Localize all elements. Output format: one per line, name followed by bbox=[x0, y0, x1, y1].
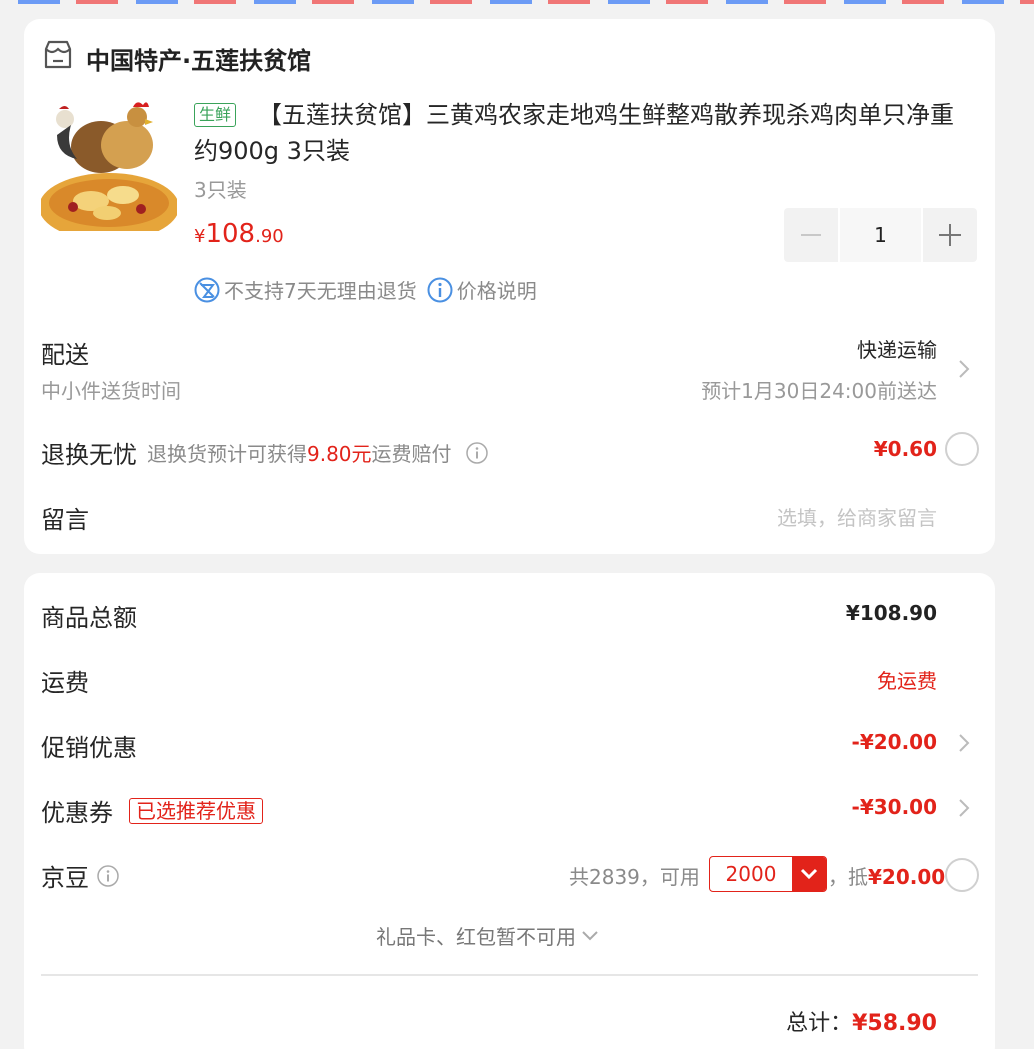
quantity-stepper: 1 bbox=[784, 208, 977, 262]
beans-label: 京豆 bbox=[41, 864, 89, 892]
price-decimal: .90 bbox=[255, 226, 284, 247]
info-icon bbox=[427, 277, 453, 302]
quantity-input[interactable]: 1 bbox=[840, 208, 921, 262]
no-return-icon bbox=[194, 277, 220, 302]
divider bbox=[41, 974, 978, 976]
envelope-stripe bbox=[0, 0, 1034, 4]
return-insurance-amount: 9.80元 bbox=[307, 442, 372, 466]
beans-deduct-prefix: ，抵 bbox=[828, 865, 868, 889]
promo-label: 促销优惠 bbox=[41, 734, 137, 762]
return-insurance-desc-suffix: 运费赔付 bbox=[371, 442, 452, 466]
total-value: ¥58.90 bbox=[852, 1011, 937, 1036]
chevron-right-icon[interactable] bbox=[957, 358, 971, 380]
beans-radio[interactable] bbox=[945, 858, 979, 892]
product-thumbnail[interactable] bbox=[41, 95, 177, 231]
goods-total-label: 商品总额 bbox=[41, 604, 137, 632]
chevron-right-icon[interactable] bbox=[957, 732, 971, 754]
gift-card-note: 礼品卡、红包暂不可用 bbox=[376, 925, 576, 949]
return-insurance-desc-prefix: 退换货预计可获得 bbox=[147, 442, 307, 466]
delivery-sub-label: 中小件送货时间 bbox=[41, 379, 181, 403]
beans-deduct-value: ¥20.00 bbox=[868, 865, 946, 889]
chevron-right-icon[interactable] bbox=[957, 797, 971, 819]
product-spec: 3只装 bbox=[194, 178, 247, 202]
minus-icon bbox=[801, 234, 821, 236]
return-insurance-row: 退换无忧 退换货预计可获得 9.80元 运费赔付 bbox=[41, 435, 488, 470]
coupon-selected-tag[interactable]: 已选推荐优惠 bbox=[129, 797, 263, 824]
shop-name[interactable]: 中国特产·五莲扶贫馆 bbox=[86, 41, 311, 76]
coupon-value[interactable]: -¥30.00 bbox=[852, 795, 937, 819]
shipping-value: 免运费 bbox=[877, 669, 937, 693]
goods-total-value: ¥108.90 bbox=[845, 601, 937, 625]
store-icon bbox=[44, 40, 72, 69]
shipping-label: 运费 bbox=[41, 669, 89, 697]
message-input[interactable]: 选填，给商家留言 bbox=[777, 502, 937, 531]
after-sale-notice: 不支持7天无理由退货 价格说明 bbox=[194, 275, 537, 304]
price-integer: 108 bbox=[205, 219, 256, 249]
no-return-text[interactable]: 不支持7天无理由退货 bbox=[224, 275, 417, 304]
price-note-link[interactable]: 价格说明 bbox=[457, 275, 537, 304]
order-item-card: 中国特产·五莲扶贫馆 生鲜 【五莲扶贫馆】三黄鸡农家走地鸡生鲜整鸡散养现杀鸡肉单只… bbox=[24, 19, 995, 554]
beans-deduct: ，抵¥20.00 bbox=[828, 861, 945, 890]
info-icon[interactable] bbox=[465, 441, 488, 464]
chevron-down-icon bbox=[582, 930, 598, 940]
product-price: ¥108.90 bbox=[194, 219, 284, 249]
chevron-down-icon bbox=[792, 857, 826, 891]
coupon-label: 优惠券 bbox=[41, 799, 113, 827]
return-insurance-label: 退换无忧 bbox=[41, 441, 137, 469]
return-insurance-radio[interactable] bbox=[945, 432, 979, 466]
delivery-method[interactable]: 快递运输 bbox=[857, 334, 937, 363]
plus-icon bbox=[939, 224, 961, 246]
gift-card-toggle[interactable]: 礼品卡、红包暂不可用 bbox=[376, 921, 600, 950]
beans-row: 京豆 bbox=[41, 858, 119, 893]
product-title[interactable]: 生鲜 【五莲扶贫馆】三黄鸡农家走地鸡生鲜整鸡散养现杀鸡肉单只净重约900g 3只装 bbox=[194, 97, 974, 169]
coupon-row: 优惠券 已选推荐优惠 bbox=[41, 793, 263, 828]
fresh-tag: 生鲜 bbox=[194, 103, 237, 127]
increase-button[interactable] bbox=[923, 208, 977, 262]
decrease-button[interactable] bbox=[784, 208, 838, 262]
product-title-text: 【五莲扶贫馆】三黄鸡农家走地鸡生鲜整鸡散养现杀鸡肉单只净重约900g 3只装 bbox=[194, 101, 955, 165]
beans-select-value: 2000 bbox=[725, 862, 777, 886]
beans-select[interactable]: 2000 bbox=[709, 856, 827, 892]
total-label: 总计： bbox=[786, 1011, 853, 1036]
delivery-label: 配送 bbox=[41, 341, 89, 369]
promo-value[interactable]: -¥20.00 bbox=[852, 730, 937, 754]
order-total: 总计： ¥58.90 bbox=[786, 1005, 937, 1037]
beans-available-text: 共2839，可用 bbox=[569, 865, 700, 889]
return-insurance-price: ¥0.60 bbox=[873, 437, 937, 461]
message-label: 留言 bbox=[41, 506, 89, 534]
info-icon[interactable] bbox=[97, 864, 119, 887]
price-summary-card: 商品总额 ¥108.90 运费 免运费 促销优惠 -¥20.00 优惠券 已选推… bbox=[24, 573, 995, 1049]
delivery-eta[interactable]: 预计1月30日24:00前送达 bbox=[701, 375, 937, 404]
price-currency: ¥ bbox=[194, 226, 206, 247]
